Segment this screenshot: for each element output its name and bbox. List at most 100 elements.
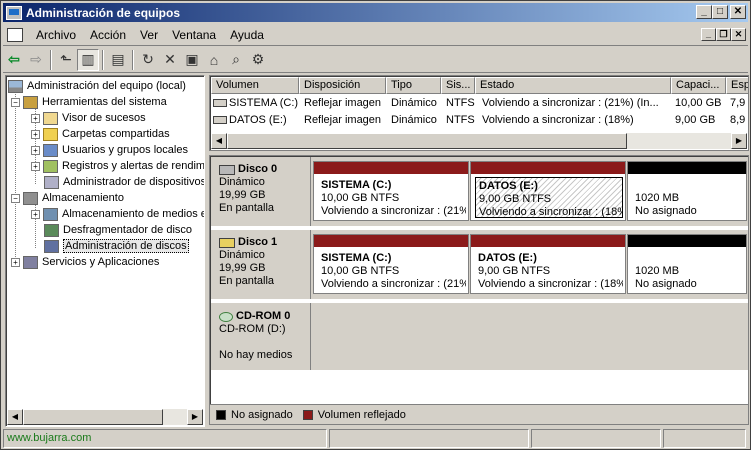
- legend-label: No asignado: [231, 408, 293, 421]
- disk-management-icon: [44, 239, 59, 253]
- expand-icon[interactable]: +: [11, 257, 20, 267]
- tree-item-visor[interactable]: + Visor de sucesos: [31, 110, 146, 126]
- scroll-thumb[interactable]: [23, 409, 163, 425]
- up-level-icon[interactable]: ⬑: [55, 49, 77, 71]
- fs-cell: NTFS: [446, 97, 475, 109]
- tree-item-registros[interactable]: + Registros y alertas de rendim: [31, 158, 204, 174]
- disk-info: Disco 0 Dinámico 19,99 GB En pantalla: [211, 157, 311, 226]
- free-cell: 8,9: [730, 114, 746, 126]
- column-header[interactable]: Volumen: [211, 77, 299, 94]
- tree-item-dispositivos[interactable]: Administrador de dispositivos: [44, 174, 205, 190]
- partition-size: 1020 MB: [635, 192, 680, 204]
- disk-row-0[interactable]: Disco 0 Dinámico 19,99 GB En pantalla SI…: [211, 157, 748, 228]
- child-close-button[interactable]: ✕: [731, 28, 746, 41]
- table-row[interactable]: DATOS (E:) Reflejar imagen Dinámico NTFS…: [211, 112, 748, 128]
- partition-sistema[interactable]: SISTEMA (C:) 10,00 GB NTFS Volviendo a s…: [313, 161, 469, 221]
- expand-icon[interactable]: +: [31, 161, 40, 171]
- tree-horizontal-scrollbar[interactable]: ◀ ▶: [7, 409, 203, 425]
- partition-name: SISTEMA (C:): [321, 252, 392, 264]
- menu-accion[interactable]: Acción: [83, 28, 133, 42]
- partition-datos[interactable]: DATOS (E:) 9,00 GB NTFS Volviendo a sinc…: [470, 234, 626, 294]
- collapse-icon[interactable]: −: [11, 193, 20, 203]
- tools-icon: [23, 95, 38, 109]
- defrag-icon: [44, 223, 59, 237]
- scroll-thumb[interactable]: [227, 133, 627, 149]
- legend: No asignado Volumen reflejado: [209, 405, 749, 425]
- tree-item-label: Administrador de dispositivos: [63, 176, 205, 188]
- tree-item-discos[interactable]: Administración de discos: [44, 238, 189, 254]
- menu-ver[interactable]: Ver: [133, 28, 165, 42]
- disk-map[interactable]: Disco 0 Dinámico 19,99 GB En pantalla SI…: [209, 155, 749, 405]
- partition-status: No asignado: [635, 205, 697, 217]
- child-restore-button[interactable]: ❐: [716, 28, 731, 41]
- expand-icon[interactable]: +: [31, 113, 40, 123]
- disk-info: Disco 1 Dinámico 19,99 GB En pantalla: [211, 230, 311, 299]
- expand-icon[interactable]: +: [31, 209, 40, 219]
- show-tree-icon[interactable]: ▥: [77, 48, 99, 71]
- maximize-button[interactable]: □: [712, 5, 728, 19]
- tree-item-almacenamiento[interactable]: − Almacenamiento: [11, 190, 124, 206]
- refresh-icon[interactable]: ↻: [137, 49, 159, 71]
- partition-sistema[interactable]: SISTEMA (C:) 10,00 GB NTFS Volviendo a s…: [313, 234, 469, 294]
- tree-item-label: Carpetas compartidas: [62, 128, 170, 140]
- scroll-left-icon[interactable]: ◀: [7, 409, 23, 425]
- scroll-right-icon[interactable]: ▶: [187, 409, 203, 425]
- properties-sheet-icon[interactable]: ▣: [181, 49, 203, 71]
- tree-item-label: Herramientas del sistema: [42, 96, 167, 108]
- cdrom-row[interactable]: CD-ROM 0 CD-ROM (D:) No hay medios: [211, 303, 748, 370]
- partition-size: 10,00 GB NTFS: [321, 192, 400, 204]
- column-header[interactable]: Disposición: [299, 77, 386, 94]
- device-manager-icon: [44, 175, 59, 189]
- menu-bar: Archivo Acción Ver Ventana Ayuda _ ❐ ✕: [3, 24, 748, 46]
- partition-unallocated[interactable]: 1020 MB No asignado: [627, 161, 747, 221]
- back-arrow-icon[interactable]: ⇦: [3, 49, 25, 71]
- column-header[interactable]: Tipo: [386, 77, 441, 94]
- scroll-right-icon[interactable]: ▶: [731, 133, 747, 149]
- scroll-left-icon[interactable]: ◀: [211, 133, 227, 149]
- volume-cell: DATOS (E:): [213, 112, 299, 128]
- forward-arrow-icon[interactable]: ⇨: [25, 49, 47, 71]
- delete-icon[interactable]: ✕: [159, 49, 181, 71]
- volume-list[interactable]: Volumen Disposición Tipo Sis... Estado C…: [209, 75, 749, 151]
- partition-datos[interactable]: DATOS (E:) 9,00 GB NTFS Volviendo a sinc…: [470, 161, 626, 221]
- properties-icon[interactable]: ▤: [107, 49, 129, 71]
- child-minimize-button[interactable]: _: [701, 28, 716, 41]
- volume-horizontal-scrollbar[interactable]: ◀ ▶: [211, 133, 747, 149]
- cdrom-info: CD-ROM 0 CD-ROM (D:) No hay medios: [211, 303, 311, 370]
- tree-item-servicios[interactable]: + Servicios y Aplicaciones: [11, 254, 159, 270]
- column-header[interactable]: Esp: [726, 77, 748, 94]
- expand-icon[interactable]: +: [31, 129, 40, 139]
- collapse-icon[interactable]: −: [11, 97, 20, 107]
- document-icon[interactable]: [7, 27, 23, 42]
- partition-status: Volviendo a sincronizar : (21%: [321, 278, 466, 290]
- help-icon[interactable]: ⚙: [247, 49, 269, 71]
- column-header[interactable]: Capaci...: [671, 77, 726, 94]
- disk-name: Disco 1: [238, 236, 278, 248]
- tree-item-usuarios[interactable]: + Usuarios y grupos locales: [31, 142, 188, 158]
- close-button[interactable]: ✕: [730, 5, 746, 19]
- disk-size: 19,99 GB: [219, 262, 266, 274]
- title-bar[interactable]: Administración de equipos _ □ ✕: [3, 3, 748, 22]
- tree-root[interactable]: Administración del equipo (local): [8, 78, 186, 94]
- tree-item-carpetas[interactable]: + Carpetas compartidas: [31, 126, 170, 142]
- partition-unallocated[interactable]: 1020 MB No asignado: [627, 234, 747, 294]
- disk-status: En pantalla: [219, 275, 275, 287]
- tree-item-medios[interactable]: + Almacenamiento de medios e: [31, 206, 204, 222]
- disk-row-1[interactable]: Disco 1 Dinámico 19,99 GB En pantalla SI…: [211, 230, 748, 301]
- menu-ayuda[interactable]: Ayuda: [223, 28, 271, 42]
- tree-item-label: Desfragmentador de disco: [63, 224, 193, 236]
- menu-ventana[interactable]: Ventana: [165, 28, 223, 42]
- tree-item-desfragmentador[interactable]: Desfragmentador de disco: [44, 222, 192, 238]
- column-header[interactable]: Sis...: [441, 77, 475, 94]
- expand-icon[interactable]: +: [31, 145, 40, 155]
- search-icon[interactable]: ⌕: [225, 49, 247, 71]
- minimize-button[interactable]: _: [696, 5, 712, 19]
- column-header[interactable]: Estado: [475, 77, 671, 94]
- tree-item-label: Visor de sucesos: [62, 112, 146, 124]
- console-tree[interactable]: Administración del equipo (local) − Herr…: [5, 75, 205, 427]
- volume-icon: [213, 116, 227, 124]
- open-folder-icon[interactable]: ⌂: [203, 49, 225, 71]
- table-row[interactable]: SISTEMA (C:) Reflejar imagen Dinámico NT…: [211, 95, 748, 111]
- tree-item-herramientas[interactable]: − Herramientas del sistema: [11, 94, 167, 110]
- menu-archivo[interactable]: Archivo: [29, 28, 83, 42]
